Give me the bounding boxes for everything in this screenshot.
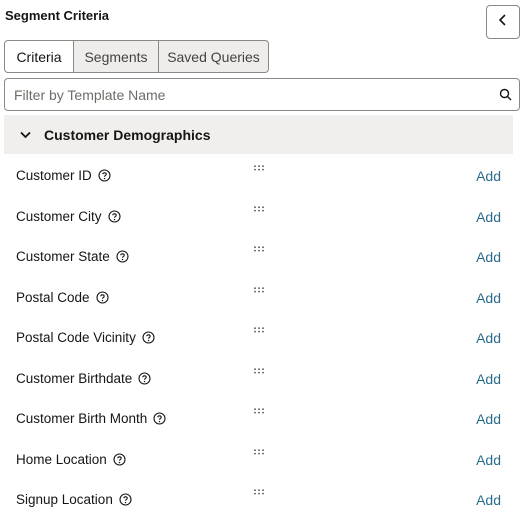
chevron-left-icon xyxy=(498,13,508,31)
list-item: Customer City Add xyxy=(0,196,524,237)
add-button[interactable]: Add xyxy=(476,492,501,508)
chevron-down-icon xyxy=(4,131,44,139)
group-label: Customer Demographics xyxy=(44,126,211,143)
add-button[interactable]: Add xyxy=(476,371,501,387)
help-circle-icon[interactable] xyxy=(95,290,109,304)
item-label: Customer State xyxy=(16,249,110,264)
item-label-wrap: Home Location xyxy=(16,452,126,467)
item-label: Customer Birth Month xyxy=(16,411,148,426)
list-item: Home Location Add xyxy=(0,439,524,480)
group-header-customer-demographics[interactable]: Customer Demographics xyxy=(4,115,513,154)
criteria-list: Customer ID Add Customer City Add Custom… xyxy=(0,155,524,520)
drag-handle-icon[interactable] xyxy=(253,280,265,292)
add-button[interactable]: Add xyxy=(476,452,501,468)
add-button[interactable]: Add xyxy=(476,290,501,306)
add-button[interactable]: Add xyxy=(476,168,501,184)
add-button[interactable]: Add xyxy=(476,330,501,346)
drag-handle-icon[interactable] xyxy=(253,239,265,252)
item-label: Postal Code xyxy=(16,289,90,305)
item-label: Customer City xyxy=(16,208,102,224)
help-circle-icon[interactable] xyxy=(142,331,155,344)
drag-handle-icon[interactable] xyxy=(253,442,265,454)
item-label-wrap: Postal Code xyxy=(16,290,109,305)
drag-handle-icon[interactable] xyxy=(253,361,265,373)
help-circle-icon[interactable] xyxy=(107,209,121,223)
item-label-wrap: Customer ID xyxy=(16,168,111,183)
criteria-tabs: Criteria Segments Saved Queries xyxy=(4,40,269,73)
list-item: Postal Code Vicinity Add xyxy=(0,317,524,358)
list-item: Customer Birthdate Add xyxy=(0,358,524,399)
drag-handle-icon[interactable] xyxy=(253,158,265,171)
item-label-wrap: Postal Code Vicinity xyxy=(16,330,155,345)
list-item: Signup Location Add xyxy=(0,479,524,520)
search-icon[interactable] xyxy=(491,88,519,101)
list-item: Customer ID Add xyxy=(0,155,524,196)
list-item: Postal Code Add xyxy=(0,277,524,318)
item-label-wrap: Customer City xyxy=(16,209,121,224)
drag-handle-icon[interactable] xyxy=(253,199,265,211)
segment-criteria-panel: Segment Criteria Criteria Segments Saved… xyxy=(0,0,524,529)
help-circle-icon[interactable] xyxy=(153,412,166,425)
panel-title: Segment Criteria xyxy=(5,8,110,23)
item-label-wrap: Customer Birth Month xyxy=(16,411,166,426)
help-circle-icon[interactable] xyxy=(98,169,111,182)
tab-saved-queries[interactable]: Saved Queries xyxy=(158,40,269,73)
tab-segments[interactable]: Segments xyxy=(73,40,159,73)
item-label-wrap: Customer Birthdate xyxy=(16,371,151,386)
drag-handle-icon[interactable] xyxy=(253,401,265,414)
add-button[interactable]: Add xyxy=(476,411,501,427)
item-label: Home Location xyxy=(16,451,107,467)
tab-criteria[interactable]: Criteria xyxy=(4,40,74,73)
item-label-wrap: Signup Location xyxy=(16,492,132,507)
item-label: Customer Birthdate xyxy=(16,370,133,386)
item-label-wrap: Customer State xyxy=(16,249,129,264)
item-label: Customer ID xyxy=(16,168,92,183)
help-circle-icon[interactable] xyxy=(113,452,126,466)
drag-handle-icon[interactable] xyxy=(253,482,265,495)
help-circle-icon[interactable] xyxy=(116,250,129,263)
list-item: Customer State Add xyxy=(0,236,524,277)
help-circle-icon[interactable] xyxy=(119,493,132,506)
item-label: Signup Location xyxy=(16,492,113,507)
filter-template-input[interactable] xyxy=(5,79,491,110)
help-circle-icon[interactable] xyxy=(138,371,151,385)
list-item: Customer Birth Month Add xyxy=(0,398,524,439)
item-label: Postal Code Vicinity xyxy=(16,330,136,345)
filter-field xyxy=(4,78,520,111)
add-button[interactable]: Add xyxy=(476,249,501,265)
drag-handle-icon[interactable] xyxy=(253,320,265,333)
add-button[interactable]: Add xyxy=(476,209,501,225)
collapse-panel-button[interactable] xyxy=(486,5,520,39)
